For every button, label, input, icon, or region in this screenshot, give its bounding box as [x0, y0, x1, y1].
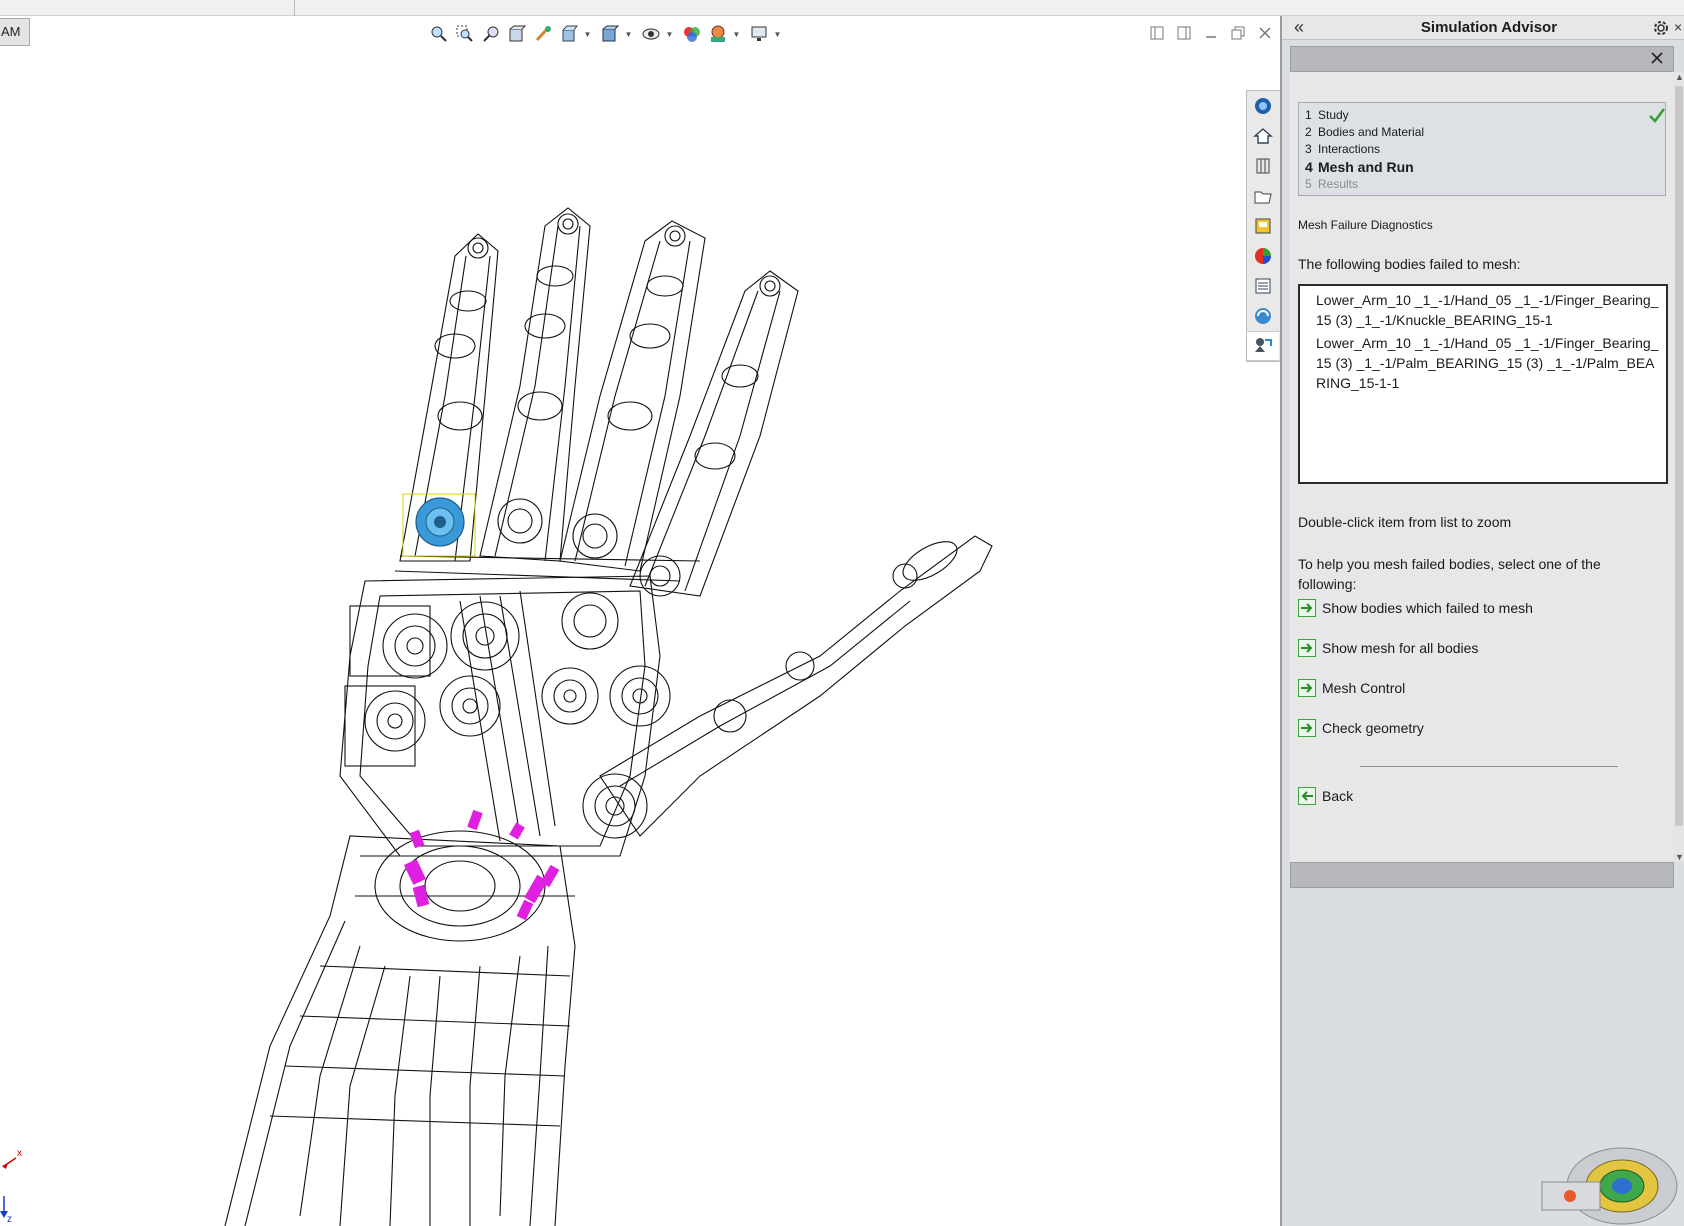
solidworks-window: AM ▼ ▼ ▼ ▼ ▼ x z « Simulation Advisor × … [0, 0, 1684, 1226]
list-item[interactable]: Lower_Arm_10 _1_-1/Hand_05 _1_-1/Finger_… [1316, 333, 1662, 393]
action-label: Show bodies which failed to mesh [1322, 600, 1533, 616]
advisor-content: 1 Study 2 Bodies and Material 3 Interaction… [1290, 72, 1674, 862]
restore-icon[interactable] [1229, 24, 1246, 41]
green-arrow-icon [1298, 719, 1316, 737]
scroll-down-icon[interactable]: ▼ [1675, 852, 1684, 862]
failed-mesh-highlights [404, 809, 560, 921]
zoom-hint: Double-click item from list to zoom [1298, 514, 1512, 530]
design-library-icon[interactable] [1247, 151, 1279, 181]
green-arrow-icon [1298, 679, 1316, 697]
zoom-to-fit-icon[interactable] [428, 23, 450, 45]
appearances-icon[interactable] [1247, 241, 1279, 271]
solidworks-resources-icon[interactable] [1247, 91, 1279, 121]
action-label: Show mesh for all bodies [1322, 640, 1479, 656]
triad-z-label: z [7, 1214, 12, 1225]
failed-bodies-label: The following bodies failed to mesh: [1298, 256, 1521, 272]
list-item[interactable]: Lower_Arm_10 _1_-1/Hand_05 _1_-1/Finger_… [1316, 290, 1662, 330]
workflow-steps: 1 Study 2 Bodies and Material 3 Interaction… [1298, 102, 1666, 196]
file-explorer-icon[interactable] [1247, 181, 1279, 211]
mesh-control-link[interactable]: Mesh Control [1298, 678, 1405, 698]
green-arrow-icon [1298, 599, 1316, 617]
advisor-subheader-bar [1290, 46, 1674, 72]
heads-up-view-toolbar: ▼ ▼ ▼ ▼ ▼ [428, 22, 785, 46]
home-icon[interactable] [1247, 121, 1279, 151]
simulation-advisor-icon[interactable] [1247, 331, 1279, 361]
diagnostics-title: Mesh Failure Diagnostics [1298, 218, 1433, 232]
task-pane-tabs [1246, 90, 1280, 362]
step-mesh-and-run[interactable]: 4 Mesh and Run [1305, 158, 1659, 176]
back-label: Back [1322, 788, 1354, 804]
view-settings-caret[interactable]: ▼ [774, 23, 782, 45]
section-view-icon[interactable] [506, 23, 528, 45]
tile-left-icon[interactable] [1148, 24, 1165, 41]
tab-stub[interactable]: AM [0, 18, 30, 46]
check-geometry-link[interactable]: Check geometry [1298, 718, 1424, 738]
back-link[interactable]: Back [1298, 786, 1353, 806]
apply-scene-caret[interactable]: ▼ [733, 23, 741, 45]
show-mesh-all-bodies-link[interactable]: Show mesh for all bodies [1298, 638, 1478, 658]
step-bodies-and-material[interactable]: 2 Bodies and Material [1305, 124, 1659, 141]
tile-right-icon[interactable] [1175, 24, 1192, 41]
triad-x-label: x [17, 1148, 22, 1159]
apply-scene-icon[interactable] [707, 23, 729, 45]
action-label: Check geometry [1322, 720, 1424, 736]
failed-bodies-list[interactable]: Lower_Arm_10 _1_-1/Hand_05 _1_-1/Finger_… [1298, 284, 1668, 484]
hide-show-caret[interactable]: ▼ [666, 23, 674, 45]
graphics-area[interactable]: AM ▼ ▼ ▼ ▼ ▼ x z [0, 16, 1280, 1226]
display-style-icon[interactable] [599, 23, 621, 45]
advisor-title: Simulation Advisor [1420, 19, 1558, 36]
check-mark-icon [1649, 108, 1665, 123]
scroll-thumb[interactable] [1675, 86, 1683, 826]
step-interactions[interactable]: 3 Interactions [1305, 141, 1659, 158]
step-results: 5 Results [1305, 177, 1359, 191]
step-study[interactable]: 1 Study [1305, 107, 1659, 124]
strip-divider [294, 0, 295, 16]
advisor-scrollbar[interactable]: ▲ ▼ [1674, 72, 1684, 862]
close-icon[interactable] [1256, 24, 1273, 41]
help-text: To help you mesh failed bodies, select o… [1298, 556, 1601, 592]
orientation-triad: x z [0, 1148, 22, 1225]
gear-icon[interactable] [1652, 19, 1670, 37]
previous-view-icon[interactable] [480, 23, 502, 45]
edit-appearance-icon[interactable] [681, 23, 703, 45]
document-window-controls [1148, 24, 1273, 41]
simulation-part-image [1541, 1147, 1678, 1225]
view-palette-icon[interactable] [1247, 211, 1279, 241]
back-arrow-icon [1298, 787, 1316, 805]
view-settings-icon[interactable] [748, 23, 770, 45]
solidworks-forum-icon[interactable] [1247, 301, 1279, 331]
scroll-up-icon[interactable]: ▲ [1675, 72, 1684, 82]
hide-show-items-icon[interactable] [640, 23, 662, 45]
dynamic-annotation-icon[interactable] [532, 23, 554, 45]
show-failed-bodies-link[interactable]: Show bodies which failed to mesh [1298, 598, 1533, 618]
top-strip [0, 0, 1684, 16]
selected-bearing[interactable] [402, 493, 476, 557]
separator [1360, 766, 1618, 767]
advisor-header: « Simulation Advisor × [1282, 16, 1684, 40]
wireframe-lines [224, 207, 993, 1226]
simulation-advisor-panel: « Simulation Advisor × 1 Study 2 Bodies an… [1280, 16, 1684, 1226]
view-orientation-icon[interactable] [558, 23, 580, 45]
close-advisor-page-icon[interactable] [1649, 50, 1665, 66]
action-label: Mesh Control [1322, 680, 1406, 696]
advisor-footer-bar [1290, 862, 1674, 888]
display-style-caret[interactable]: ▼ [625, 23, 633, 45]
minimize-icon[interactable] [1202, 24, 1219, 41]
zoom-to-area-icon[interactable] [454, 23, 476, 45]
hand-model-wireframe[interactable] [0, 16, 1246, 1226]
custom-properties-icon[interactable] [1247, 271, 1279, 301]
panel-close-icon[interactable]: × [1674, 19, 1682, 35]
view-orientation-caret[interactable]: ▼ [584, 23, 592, 45]
green-arrow-icon [1298, 639, 1316, 657]
